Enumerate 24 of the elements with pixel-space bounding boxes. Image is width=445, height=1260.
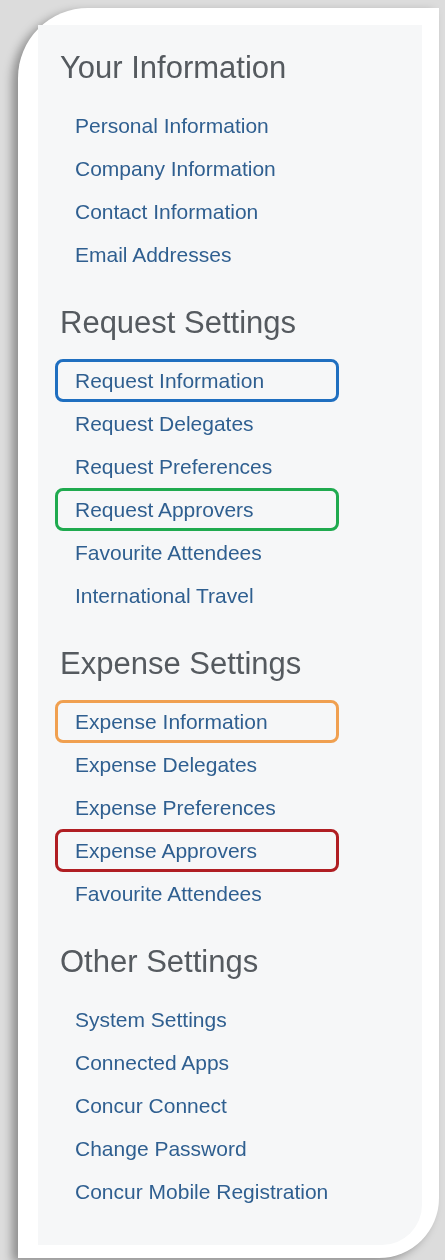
settings-link[interactable]: System Settings bbox=[55, 998, 339, 1041]
settings-link[interactable]: Email Addresses bbox=[55, 233, 339, 276]
settings-link[interactable]: Expense Information bbox=[55, 700, 339, 743]
settings-link[interactable]: Personal Information bbox=[55, 104, 339, 147]
settings-link[interactable]: Concur Mobile Registration bbox=[55, 1170, 339, 1213]
settings-link[interactable]: Expense Preferences bbox=[55, 786, 339, 829]
settings-link[interactable]: Change Password bbox=[55, 1127, 339, 1170]
settings-link[interactable]: Request Approvers bbox=[55, 488, 339, 531]
settings-link[interactable]: Favourite Attendees bbox=[55, 531, 339, 574]
section-heading: Other Settings bbox=[60, 943, 260, 981]
settings-link[interactable]: Favourite Attendees bbox=[55, 872, 339, 915]
settings-link[interactable]: Contact Information bbox=[55, 190, 339, 233]
settings-link[interactable]: Expense Approvers bbox=[55, 829, 339, 872]
settings-link[interactable]: Request Delegates bbox=[55, 402, 339, 445]
settings-link[interactable]: Company Information bbox=[55, 147, 339, 190]
section-heading: Your Information bbox=[60, 49, 288, 87]
section-heading: Expense Settings bbox=[60, 645, 303, 683]
settings-link[interactable]: Request Information bbox=[55, 359, 339, 402]
settings-link[interactable]: Connected Apps bbox=[55, 1041, 339, 1084]
settings-link[interactable]: Expense Delegates bbox=[55, 743, 339, 786]
section-heading: Request Settings bbox=[60, 304, 298, 342]
settings-link[interactable]: Concur Connect bbox=[55, 1084, 339, 1127]
settings-link[interactable]: International Travel bbox=[55, 574, 339, 617]
settings-link[interactable]: Request Preferences bbox=[55, 445, 339, 488]
